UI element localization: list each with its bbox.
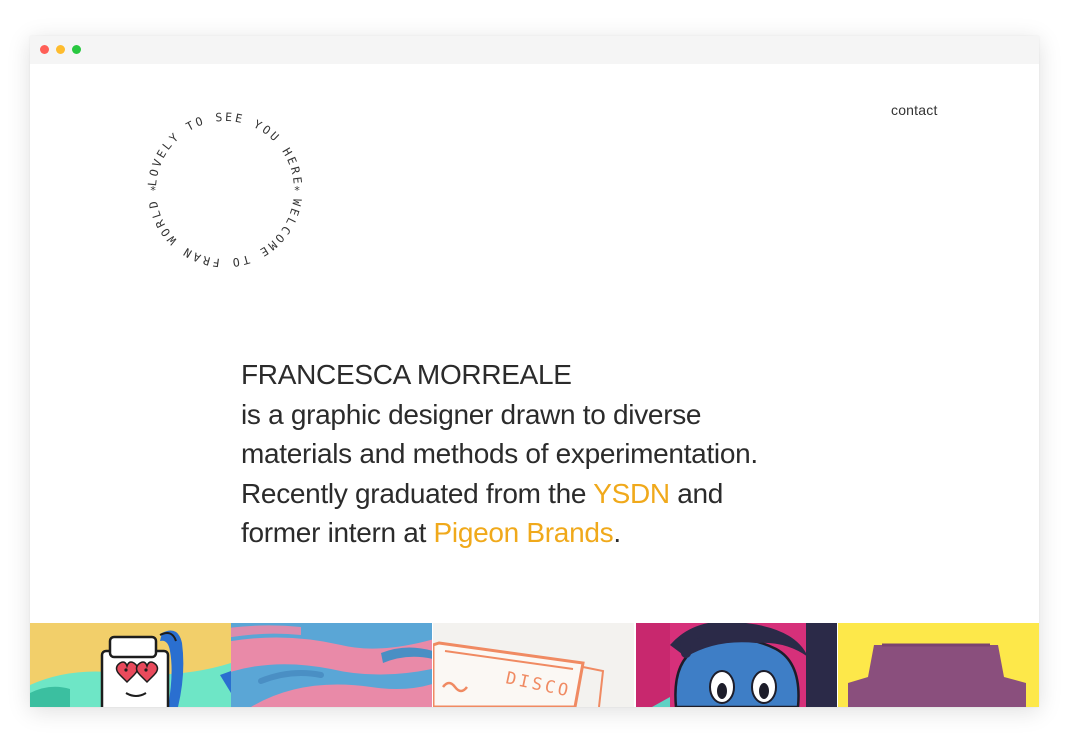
close-window-button[interactable]: [40, 45, 49, 54]
gallery-tile-brushstrokes[interactable]: [231, 623, 432, 707]
intro-line-2: materials and methods of experimentation…: [241, 438, 758, 469]
intro-line-4-end: .: [613, 517, 621, 548]
pigeon-brands-link[interactable]: Pigeon Brands: [434, 517, 614, 548]
designer-name: FRANCESCA MORREALE: [241, 359, 572, 390]
intro-line-4: former intern at Pigeon Brands.: [241, 513, 881, 553]
intro-paragraph: FRANCESCA MORREALE is a graphic designer…: [241, 355, 881, 553]
badge-top-text: LOVELY TO SEE YOU HERE: [145, 110, 305, 187]
gallery-tile-disco[interactable]: DISCO: [433, 623, 634, 707]
intro-line-3: Recently graduated from the YSDN and: [241, 474, 881, 514]
intro-line-3-start: Recently graduated from the: [241, 477, 594, 509]
gallery-tile-heart-eyes[interactable]: [30, 623, 231, 707]
gallery-tile-blue-face[interactable]: [636, 623, 837, 707]
project-gallery: DISCO: [30, 623, 1039, 707]
maximize-window-button[interactable]: [72, 45, 81, 54]
minimize-window-button[interactable]: [56, 45, 65, 54]
page-content: LOVELY TO SEE YOU HERE WELCOME TO FRAN W…: [30, 64, 1039, 707]
browser-window: LOVELY TO SEE YOU HERE WELCOME TO FRAN W…: [30, 36, 1039, 707]
badge-separator-left: *: [150, 184, 157, 197]
intro-line-1: is a graphic designer drawn to diverse: [241, 398, 702, 430]
circular-welcome-badge: LOVELY TO SEE YOU HERE WELCOME TO FRAN W…: [135, 100, 315, 280]
ysdn-link[interactable]: YSDN: [593, 478, 670, 509]
badge-bottom-text: WELCOME TO FRAN WORLD: [146, 198, 305, 270]
intro-line-3-end: and: [669, 477, 724, 509]
badge-separator-right: *: [294, 184, 301, 197]
contact-link[interactable]: contact: [891, 102, 938, 118]
window-titlebar: [30, 36, 1039, 64]
gallery-tile-purple-hat[interactable]: [838, 623, 1039, 707]
intro-line-4-start: former intern at: [241, 517, 434, 548]
